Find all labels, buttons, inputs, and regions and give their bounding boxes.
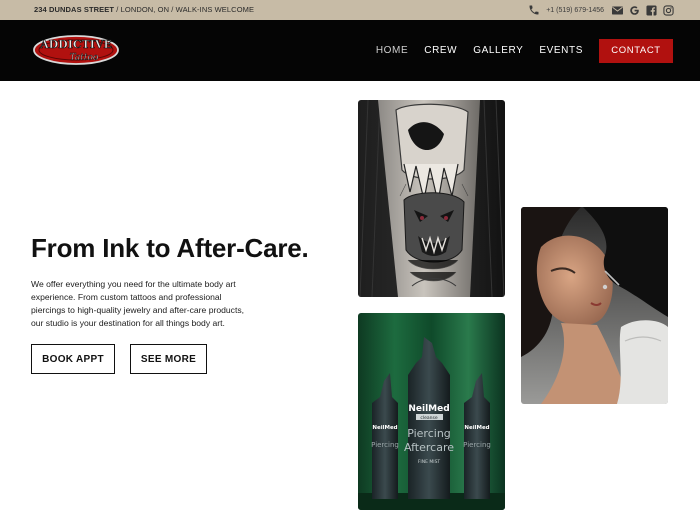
see-more-button[interactable]: SEE MORE bbox=[130, 344, 207, 374]
contact-button[interactable]: CONTACT bbox=[599, 38, 673, 63]
svg-text:Piercing: Piercing bbox=[407, 427, 451, 440]
top-info-bar: 234 DUNDAS STREET / LONDON, ON / WALK-IN… bbox=[0, 0, 700, 20]
hero-description: We offer everything you need for the ult… bbox=[31, 279, 245, 328]
address-text: 234 DUNDAS STREET / LONDON, ON / WALK-IN… bbox=[34, 5, 255, 14]
contact-links: +1 (519) 679-1456 bbox=[528, 2, 674, 18]
svg-text:Tattoo: Tattoo bbox=[70, 53, 99, 63]
svg-text:cleanse: cleanse bbox=[420, 415, 437, 421]
nav-events[interactable]: EVENTS bbox=[539, 45, 583, 56]
piercing-image bbox=[521, 207, 668, 404]
svg-text:ADDICTIVE: ADDICTIVE bbox=[39, 38, 112, 51]
google-icon[interactable] bbox=[629, 5, 640, 16]
nav-home[interactable]: HOME bbox=[376, 45, 408, 56]
nav-gallery[interactable]: GALLERY bbox=[473, 45, 523, 56]
facebook-icon[interactable] bbox=[646, 4, 657, 16]
nav-crew[interactable]: CREW bbox=[424, 45, 457, 56]
svg-text:NeilMed: NeilMed bbox=[372, 425, 397, 431]
main-nav: HOME CREW GALLERY EVENTS CONTACT bbox=[376, 20, 673, 81]
svg-text:Aftercare: Aftercare bbox=[404, 441, 454, 454]
mail-icon[interactable] bbox=[612, 6, 623, 15]
svg-text:NeilMed: NeilMed bbox=[408, 404, 449, 414]
aftercare-product-image: NeilMed cleanse Piercing Aftercare FINE … bbox=[358, 313, 505, 510]
svg-text:Piercing: Piercing bbox=[463, 441, 491, 449]
svg-text:Piercing: Piercing bbox=[371, 441, 399, 449]
phone-icon[interactable] bbox=[528, 4, 540, 16]
site-logo[interactable]: ADDICTIVE Tattoo bbox=[32, 32, 120, 68]
site-header: ADDICTIVE Tattoo HOME CREW GALLERY EVENT… bbox=[0, 20, 700, 81]
svg-text:NeilMed: NeilMed bbox=[464, 425, 489, 431]
svg-text:FINE MIST: FINE MIST bbox=[418, 459, 441, 465]
instagram-icon[interactable] bbox=[663, 4, 674, 16]
book-appointment-button[interactable]: BOOK APPT bbox=[31, 344, 115, 374]
tattoo-arm-image bbox=[358, 100, 505, 297]
phone-number[interactable]: +1 (519) 679-1456 bbox=[546, 7, 604, 14]
hero-title: From Ink to After-Care. bbox=[31, 233, 309, 263]
